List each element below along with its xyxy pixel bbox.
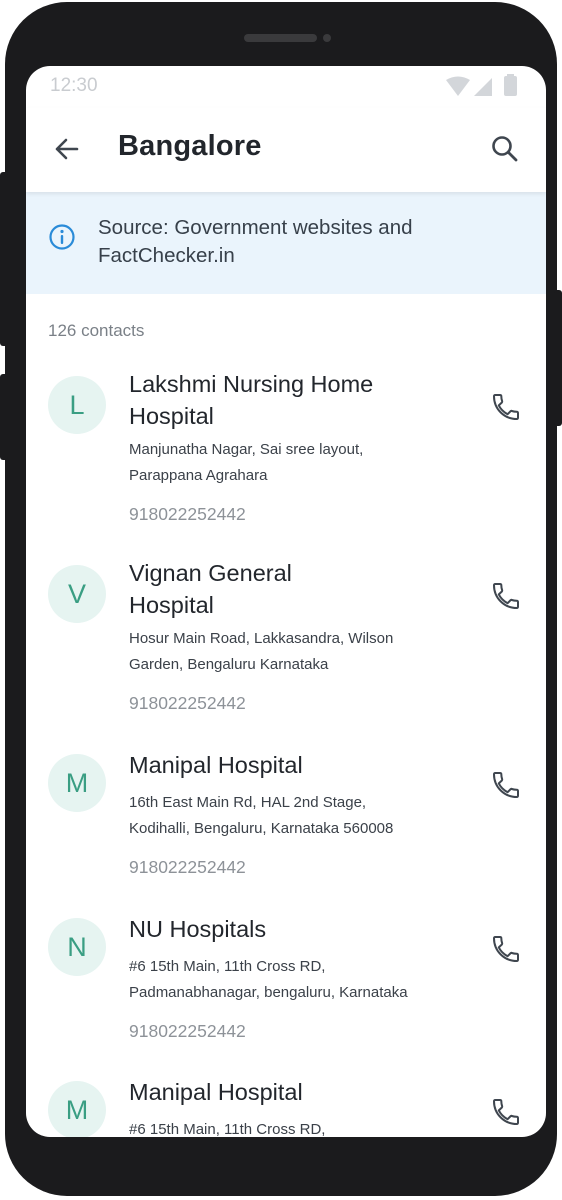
- front-camera: [323, 34, 331, 42]
- contact-name: Vignan General Hospital: [129, 560, 292, 618]
- call-button[interactable]: [490, 580, 522, 612]
- avatar: V: [48, 565, 106, 623]
- avatar: L: [48, 376, 106, 434]
- call-button[interactable]: [490, 1096, 522, 1128]
- info-icon: [48, 223, 76, 251]
- call-button[interactable]: [490, 933, 522, 965]
- status-bar: 12:30: [26, 66, 546, 108]
- status-icons: [444, 74, 524, 100]
- contact-name: Manipal Hospital: [129, 1079, 303, 1105]
- screen: 12:30 Bangalore Source: Government websi…: [26, 66, 546, 1137]
- wifi-icon: [446, 76, 470, 96]
- contact-name: NU Hospitals: [129, 916, 267, 942]
- search-icon: [492, 136, 518, 162]
- avatar: M: [48, 754, 106, 812]
- volume-button: [0, 172, 8, 346]
- call-button[interactable]: [490, 391, 522, 423]
- battery-icon: [504, 74, 517, 96]
- contact-address: Manjunatha Nagar, Sai sree layout, Parap…: [129, 441, 364, 484]
- phone-icon: [493, 936, 519, 962]
- avatar: N: [48, 918, 106, 976]
- contact-address: #6 15th Main, 11th Cross RD,: [129, 1121, 326, 1137]
- power-button: [554, 290, 562, 426]
- search-button[interactable]: [488, 132, 522, 166]
- contact-address: Hosur Main Road, Lakkasandra, Wilson Gar…: [129, 630, 394, 673]
- contact-phone: 918022252442: [129, 857, 246, 877]
- phone-icon: [493, 1099, 519, 1125]
- contact-phone: 918022252442: [129, 504, 246, 524]
- phone-icon: [493, 583, 519, 609]
- phone-frame: 12:30 Bangalore Source: Government websi…: [5, 2, 557, 1196]
- contacts-count: 126 contacts: [48, 321, 145, 340]
- signal-icon: [474, 78, 492, 96]
- banner-text: Source: Government websites and FactChec…: [98, 216, 413, 267]
- contact-phone: 918022252442: [129, 693, 246, 713]
- contact-phone: 918022252442: [129, 1021, 246, 1041]
- contact-name: Manipal Hospital: [129, 752, 303, 778]
- contact-address: 16th East Main Rd, HAL 2nd Stage, Kodiha…: [129, 794, 394, 837]
- call-button[interactable]: [490, 769, 522, 801]
- source-banner: Source: Government websites and FactChec…: [26, 192, 546, 294]
- app-bar: Bangalore: [26, 108, 546, 192]
- speaker-grille: [244, 34, 317, 42]
- page-title: Bangalore: [118, 130, 262, 162]
- back-button[interactable]: [50, 132, 84, 166]
- side-button: [0, 374, 8, 460]
- contact-name: Lakshmi Nursing Home Hospital: [129, 371, 374, 429]
- status-time: 12:30: [50, 75, 98, 96]
- phone-icon: [493, 772, 519, 798]
- avatar: M: [48, 1081, 106, 1137]
- arrow-left-icon: [55, 138, 79, 160]
- phone-icon: [493, 394, 519, 420]
- contact-address: #6 15th Main, 11th Cross RD, Padmanabhan…: [129, 958, 408, 1001]
